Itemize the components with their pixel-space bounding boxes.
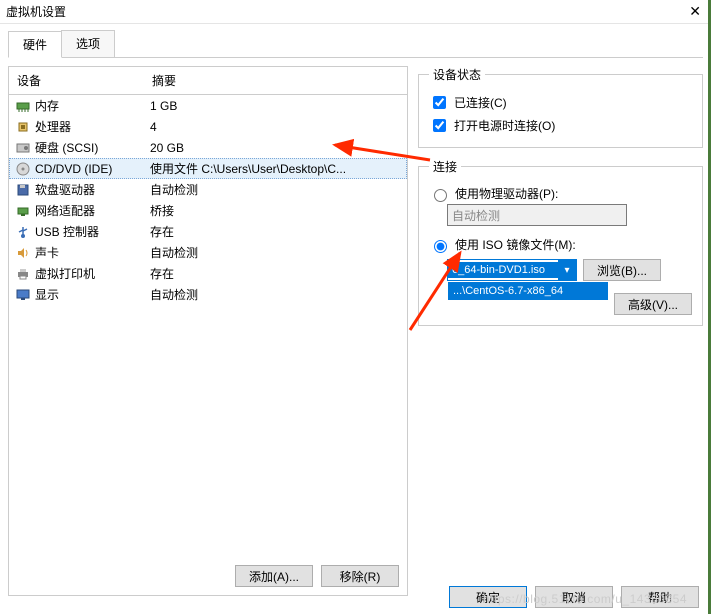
device-name: 虚拟打印机 — [35, 265, 95, 282]
ok-button[interactable]: 确定 — [449, 586, 527, 608]
device-row[interactable]: 显示 自动检测 — [9, 284, 407, 305]
device-row[interactable]: 内存 1 GB — [9, 95, 407, 116]
cancel-button[interactable]: 取消 — [535, 586, 613, 608]
use-physical-label: 使用物理驱动器(P): — [455, 185, 558, 202]
physical-drive-value: 自动检测 — [452, 207, 500, 224]
device-summary: 自动检测 — [150, 244, 401, 261]
device-summary: 自动检测 — [150, 286, 401, 303]
device-name: 声卡 — [35, 244, 59, 261]
device-row[interactable]: 处理器 4 — [9, 116, 407, 137]
use-physical-radio[interactable]: 使用物理驱动器(P): — [429, 183, 692, 204]
device-summary: 使用文件 C:\Users\User\Desktop\C... — [150, 160, 401, 177]
device-name: 内存 — [35, 97, 59, 114]
add-button[interactable]: 添加(A)... — [235, 565, 313, 587]
connected-checkbox[interactable]: 已连接(C) — [429, 91, 692, 114]
cpu-icon — [15, 119, 31, 135]
device-summary: 存在 — [150, 265, 401, 282]
connect-poweron-input[interactable] — [433, 119, 446, 132]
device-summary: 4 — [150, 120, 401, 134]
device-row[interactable]: 硬盘 (SCSI) 20 GB — [9, 137, 407, 158]
device-row[interactable]: CD/DVD (IDE) 使用文件 C:\Users\User\Desktop\C… — [9, 158, 407, 179]
advanced-button[interactable]: 高级(V)... — [614, 293, 692, 315]
col-summary: 摘要 — [152, 72, 176, 89]
device-list[interactable]: 内存 1 GB 处理器 4 硬盘 (SCSI) 20 GB CD/DVD (IDE) 使用文件… — [9, 95, 407, 557]
remove-button[interactable]: 移除(R) — [321, 565, 399, 587]
device-row[interactable]: 网络适配器 桥接 — [9, 200, 407, 221]
device-name: 显示 — [35, 286, 59, 303]
connected-input[interactable] — [433, 96, 446, 109]
tab-options[interactable]: 选项 — [61, 30, 115, 57]
device-name: 处理器 — [35, 118, 71, 135]
physical-drive-combo: 自动检测 — [447, 204, 627, 226]
device-summary: 桥接 — [150, 202, 401, 219]
device-summary: 存在 — [150, 223, 401, 240]
iso-file-value: 6_64-bin-DVD1.iso — [448, 262, 558, 278]
connected-label: 已连接(C) — [454, 94, 507, 111]
device-row[interactable]: USB 控制器 存在 — [9, 221, 407, 242]
use-iso-label: 使用 ISO 镜像文件(M): — [455, 236, 576, 253]
use-iso-input[interactable] — [434, 240, 447, 253]
cd-icon — [15, 161, 31, 177]
display-icon — [15, 287, 31, 303]
network-icon — [15, 203, 31, 219]
use-physical-input[interactable] — [434, 189, 447, 202]
tab-hardware[interactable]: 硬件 — [8, 31, 62, 58]
device-list-panel: 设备 摘要 内存 1 GB 处理器 4 硬盘 (SCSI) 20 GB CD/DVD (ID… — [8, 66, 408, 596]
chevron-down-icon[interactable]: ▾ — [558, 260, 576, 280]
device-summary: 20 GB — [150, 141, 401, 155]
device-summary: 自动检测 — [150, 181, 401, 198]
memory-icon — [15, 98, 31, 114]
device-summary: 1 GB — [150, 99, 401, 113]
tab-bar: 硬件 选项 — [8, 30, 703, 58]
printer-icon — [15, 266, 31, 282]
floppy-icon — [15, 182, 31, 198]
device-row[interactable]: 声卡 自动检测 — [9, 242, 407, 263]
iso-dropdown-item[interactable]: ...\CentOS-6.7-x86_64 — [448, 282, 608, 300]
device-row[interactable]: 软盘驱动器 自动检测 — [9, 179, 407, 200]
connect-poweron-label: 打开电源时连接(O) — [454, 117, 555, 134]
close-icon[interactable]: ✕ — [685, 3, 705, 20]
help-button[interactable]: 帮助 — [621, 586, 699, 608]
device-name: 软盘驱动器 — [35, 181, 95, 198]
use-iso-radio[interactable]: 使用 ISO 镜像文件(M): — [429, 234, 692, 255]
device-status-legend: 设备状态 — [429, 66, 485, 83]
usb-icon — [15, 224, 31, 240]
device-name: 网络适配器 — [35, 202, 95, 219]
device-status-group: 设备状态 已连接(C) 打开电源时连接(O) — [418, 66, 703, 148]
connection-legend: 连接 — [429, 158, 461, 175]
device-name: CD/DVD (IDE) — [35, 162, 112, 176]
device-name: 硬盘 (SCSI) — [35, 139, 98, 156]
device-name: USB 控制器 — [35, 223, 99, 240]
col-device: 设备 — [17, 72, 152, 89]
iso-file-combo[interactable]: 6_64-bin-DVD1.iso ▾ ...\CentOS-6.7-x86_6… — [447, 259, 577, 281]
connection-group: 连接 使用物理驱动器(P): 自动检测 使用 ISO 镜像文件(M): 6_64… — [418, 158, 703, 326]
sound-icon — [15, 245, 31, 261]
browse-button[interactable]: 浏览(B)... — [583, 259, 661, 281]
window-title: 虚拟机设置 — [6, 3, 685, 20]
device-row[interactable]: 虚拟打印机 存在 — [9, 263, 407, 284]
disk-icon — [15, 140, 31, 156]
connect-poweron-checkbox[interactable]: 打开电源时连接(O) — [429, 114, 692, 137]
